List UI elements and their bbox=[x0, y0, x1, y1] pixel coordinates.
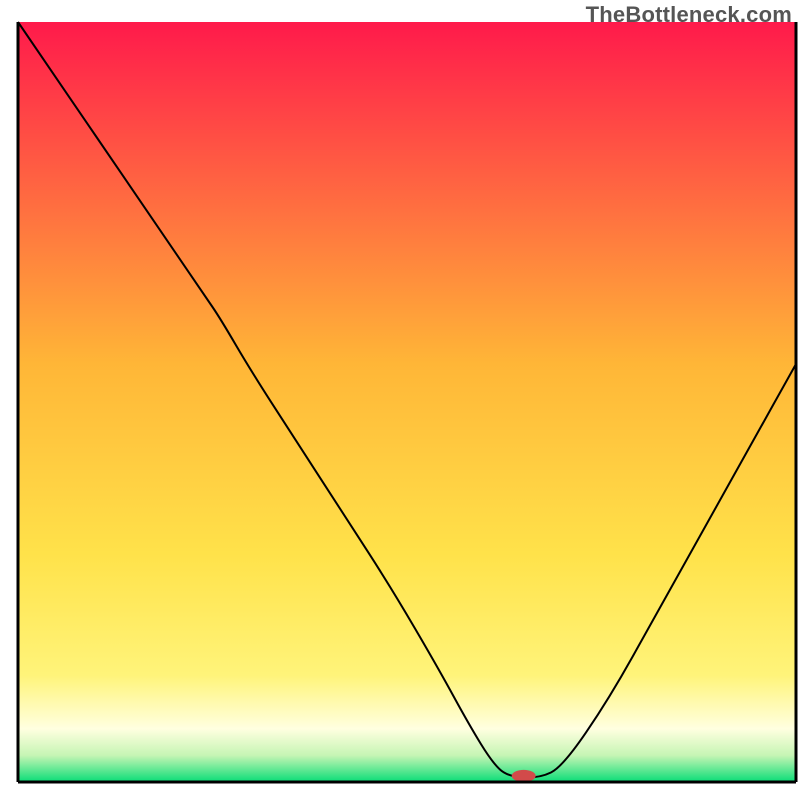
bottleneck-chart: TheBottleneck.com bbox=[0, 0, 800, 800]
plot-background bbox=[18, 22, 796, 782]
target-marker bbox=[512, 770, 536, 782]
chart-svg bbox=[0, 0, 800, 800]
